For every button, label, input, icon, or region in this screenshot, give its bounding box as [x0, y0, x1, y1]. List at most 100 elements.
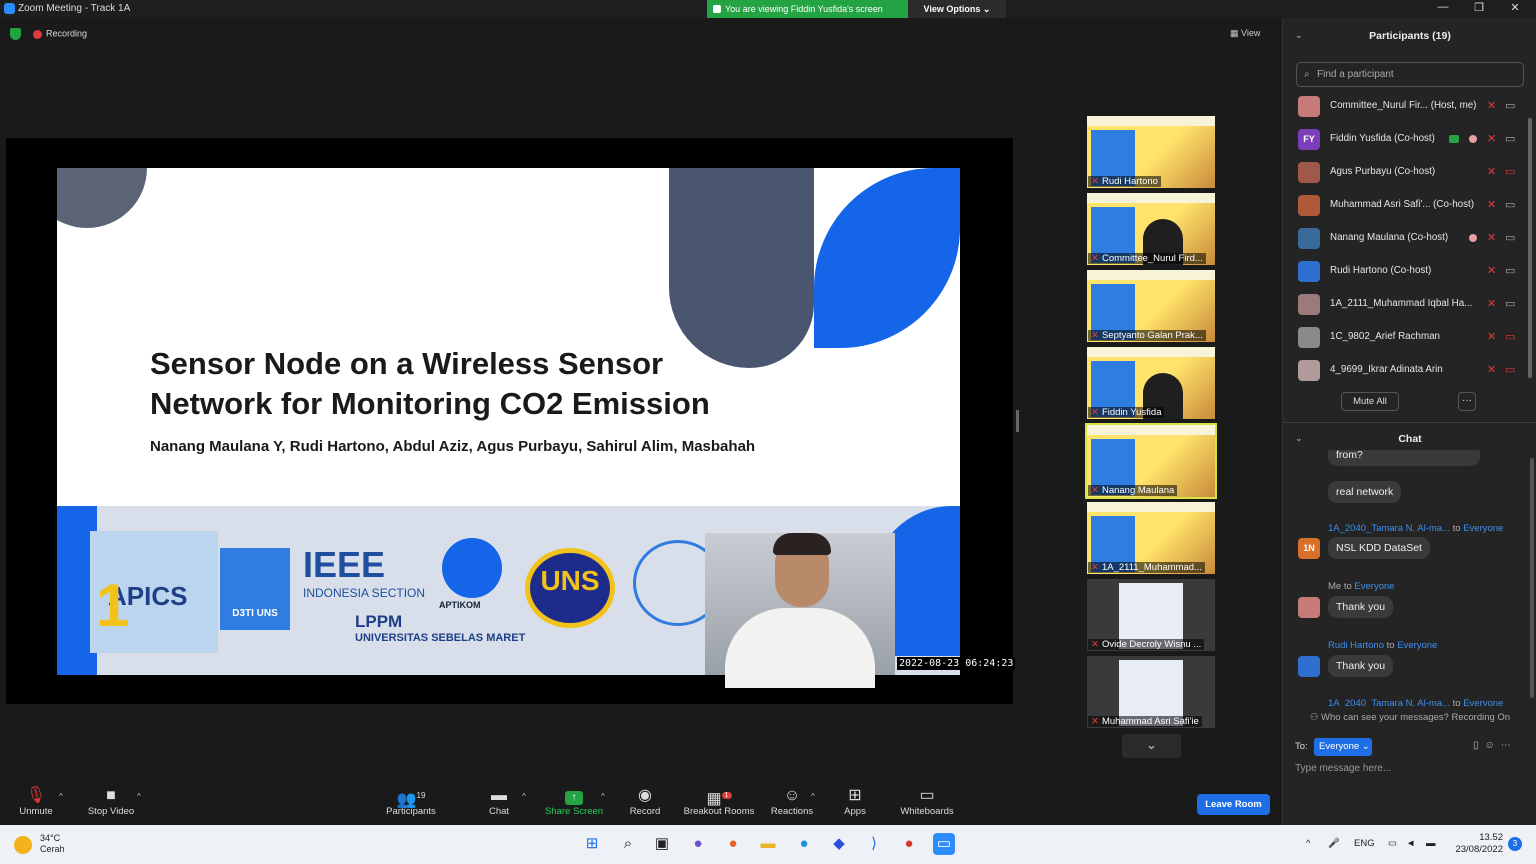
- panel-divider[interactable]: [1283, 422, 1536, 423]
- participant-row[interactable]: 4_9699_Ikrar Adinata Arin ✕ ▭: [1283, 354, 1529, 387]
- chrome-icon[interactable]: ●: [898, 833, 920, 855]
- system-clock[interactable]: 13.52 23/08/2022: [1448, 832, 1503, 856]
- view-options-button[interactable]: View Options ⌄: [908, 0, 1006, 18]
- chat-options-caret-icon[interactable]: ^: [522, 792, 526, 801]
- muted-mic-icon[interactable]: ✕: [1487, 198, 1496, 211]
- participant-row[interactable]: Rudi Hartono (Co-host) ✕ ▭: [1283, 255, 1529, 288]
- chat-scrollbar[interactable]: [1530, 458, 1534, 698]
- participant-row[interactable]: 1A_2111_Muhammad Iqbal Ha... ✕ ▭: [1283, 288, 1529, 321]
- participant-row[interactable]: FY Fiddin Yusfida (Co-host) ✕ ▭: [1283, 123, 1529, 156]
- participants-more-button[interactable]: ···: [1458, 392, 1476, 411]
- battery-icon[interactable]: ▬: [1426, 838, 1436, 849]
- muted-mic-icon[interactable]: ✕: [1487, 165, 1496, 178]
- record-button[interactable]: ◉ Record: [626, 786, 664, 817]
- recording-indicator[interactable]: Recording: [10, 28, 87, 40]
- video-on-icon[interactable]: ▭: [1505, 231, 1515, 244]
- video-thumbnail[interactable]: ✕ Committee_Nurul Fird...: [1087, 193, 1215, 265]
- recipient-name[interactable]: Everyone: [1463, 523, 1503, 534]
- muted-mic-icon[interactable]: ✕: [1487, 363, 1496, 376]
- participants-button[interactable]: 👥19 Participants: [380, 786, 442, 817]
- stop-video-button[interactable]: ■ Stop Video: [82, 786, 140, 817]
- vscode-icon[interactable]: ⟩: [863, 833, 885, 855]
- video-thumbnail[interactable]: ✕ Muhammad Asri Safi'ie: [1087, 656, 1215, 728]
- unmute-button[interactable]: 🎙 Unmute: [14, 786, 58, 817]
- teams-chat-icon[interactable]: ●: [687, 833, 709, 855]
- chat-message-input[interactable]: Type message here...: [1295, 763, 1391, 774]
- sender-name[interactable]: 1A_2040_Tamara N. Al-ma...: [1328, 523, 1450, 534]
- video-off-icon[interactable]: ▭: [1505, 165, 1515, 178]
- video-on-icon[interactable]: ▭: [1505, 264, 1515, 277]
- more-icon[interactable]: ⋯: [1501, 740, 1517, 751]
- muted-mic-icon[interactable]: ✕: [1487, 231, 1496, 244]
- video-thumbnail[interactable]: ✕ Ovide Decroly Wisnu ...: [1087, 579, 1215, 651]
- reactions-options-caret-icon[interactable]: ^: [811, 792, 815, 801]
- zoom-taskbar-icon[interactable]: ▭: [933, 833, 955, 855]
- firefox-icon[interactable]: ●: [722, 833, 744, 855]
- file-explorer-icon[interactable]: ▬: [757, 833, 779, 855]
- speaker-icon[interactable]: ◄: [1406, 838, 1415, 849]
- participant-row[interactable]: Committee_Nurul Fir... (Host, me) ✕ ▭: [1283, 90, 1529, 123]
- share-options-caret-icon[interactable]: ^: [601, 792, 605, 801]
- video-options-caret-icon[interactable]: ^: [137, 792, 141, 801]
- notification-badge[interactable]: 3: [1508, 837, 1522, 851]
- participant-row[interactable]: Agus Purbayu (Co-host) ✕ ▭: [1283, 156, 1529, 189]
- participant-row[interactable]: 1C_9802_Arief Rachman ✕ ▭: [1283, 321, 1529, 354]
- mute-all-button[interactable]: Mute All: [1341, 392, 1399, 411]
- minimize-icon[interactable]: —: [1428, 1, 1458, 17]
- participant-row[interactable]: Muhammad Asri Safi'... (Co-host) ✕ ▭: [1283, 189, 1529, 222]
- language-indicator[interactable]: ENG: [1354, 838, 1375, 849]
- reactions-button[interactable]: ☺ Reactions: [768, 786, 816, 817]
- search-icon[interactable]: ⌕: [617, 833, 639, 855]
- video-thumbnail[interactable]: ✕ 1A_2111_Muhammad...: [1087, 502, 1215, 574]
- edge-icon[interactable]: ●: [793, 833, 815, 855]
- tray-overflow-chevron-icon[interactable]: ^: [1306, 838, 1310, 849]
- sender-name[interactable]: Rudi Hartono: [1328, 640, 1384, 651]
- whiteboards-button[interactable]: ▭ Whiteboards: [896, 786, 958, 817]
- video-thumbnail[interactable]: ✕ Septyanto Galan Prak...: [1087, 270, 1215, 342]
- sender-name[interactable]: 1A_2040_Tamara N. Al-ma...: [1328, 698, 1450, 706]
- video-off-icon[interactable]: ▭: [1505, 363, 1515, 376]
- participants-label: Participants: [386, 806, 436, 817]
- panel-resize-handle[interactable]: [1016, 410, 1019, 432]
- windows-start-icon[interactable]: ⊞: [581, 833, 603, 855]
- recipient-name[interactable]: Everyone: [1354, 581, 1394, 592]
- video-on-icon[interactable]: ▭: [1505, 198, 1515, 211]
- video-off-icon[interactable]: ▭: [1505, 330, 1515, 343]
- share-screen-button[interactable]: ↑ Share Screen: [543, 786, 605, 817]
- close-icon[interactable]: ✕: [1500, 1, 1530, 17]
- breakout-rooms-button[interactable]: ▦ 1 Breakout Rooms: [681, 786, 757, 817]
- view-button[interactable]: ▦ View: [1230, 28, 1260, 39]
- emoji-icon[interactable]: ☺: [1485, 740, 1501, 751]
- more-thumbnails-chevron-down-icon[interactable]: ⌄: [1122, 734, 1181, 758]
- aptikom-logo-text: APTIKOM: [439, 600, 481, 610]
- participant-row[interactable]: Nanang Maulana (Co-host) ✕ ▭: [1283, 222, 1529, 255]
- network-icon[interactable]: ▭: [1388, 838, 1397, 849]
- task-view-icon[interactable]: ▣: [651, 833, 673, 855]
- microphone-icon[interactable]: 🎤: [1328, 838, 1340, 849]
- recipient-name[interactable]: Everyone: [1463, 698, 1503, 706]
- video-thumbnail-active-speaker[interactable]: ✕ Nanang Maulana: [1085, 423, 1217, 499]
- muted-mic-icon[interactable]: ✕: [1487, 132, 1496, 145]
- maximize-icon[interactable]: ❐: [1464, 1, 1494, 17]
- sharing-screen-icon: [1449, 135, 1459, 143]
- video-on-icon[interactable]: ▭: [1505, 297, 1515, 310]
- chat-recipient-select[interactable]: Everyone ⌄: [1314, 738, 1372, 756]
- muted-mic-icon[interactable]: ✕: [1487, 330, 1496, 343]
- apps-button[interactable]: ⊞ Apps: [838, 786, 872, 817]
- recipient-name[interactable]: Everyone: [1397, 640, 1437, 651]
- leave-room-button[interactable]: Leave Room: [1197, 794, 1270, 815]
- video-on-icon[interactable]: ▭: [1505, 132, 1515, 145]
- muted-mic-icon[interactable]: ✕: [1487, 297, 1496, 310]
- video-thumbnail[interactable]: ✕ Rudi Hartono: [1087, 116, 1215, 188]
- chat-button[interactable]: ▬ Chat: [482, 786, 516, 817]
- editor-icon[interactable]: ◆: [828, 833, 850, 855]
- audio-options-caret-icon[interactable]: ^: [59, 792, 63, 801]
- video-on-icon[interactable]: ▭: [1505, 99, 1515, 112]
- participants-scrollbar[interactable]: [1528, 118, 1532, 378]
- muted-mic-icon[interactable]: ✕: [1487, 264, 1496, 277]
- video-thumbnail[interactable]: ✕ Fiddin Yusfida: [1087, 347, 1215, 419]
- participant-search-input[interactable]: ⌕ Find a participant: [1296, 62, 1524, 87]
- message-visibility-notice[interactable]: ⚇ Who can see your messages? Recording O…: [1283, 712, 1536, 723]
- muted-mic-icon[interactable]: ✕: [1487, 99, 1496, 112]
- file-icon[interactable]: ▯: [1473, 740, 1485, 751]
